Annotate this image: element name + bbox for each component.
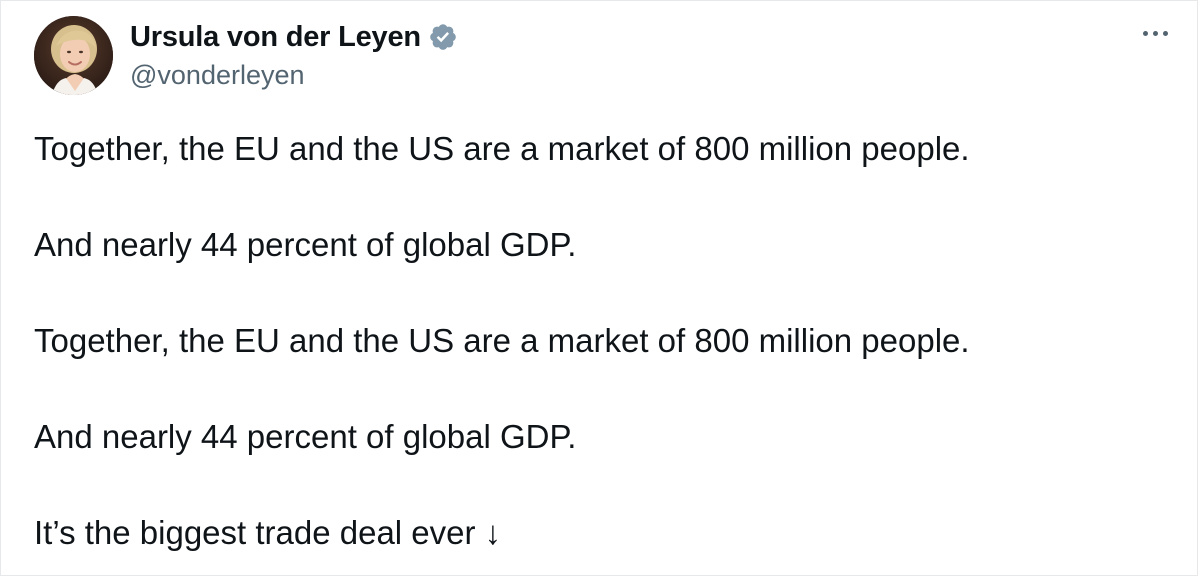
tweet-paragraph: Together, the EU and the US are a market… (34, 130, 970, 167)
tweet-paragraph: And nearly 44 percent of global GDP. (34, 418, 577, 455)
tweet-text: Together, the EU and the US are a market… (34, 125, 1154, 557)
tweet-paragraph: And nearly 44 percent of global GDP. (34, 226, 577, 263)
tweet-paragraph: It’s the biggest trade deal ever ↓ (34, 514, 502, 551)
more-dot (1162, 30, 1168, 36)
author-block: Ursula von der Leyen @vonderleyen (130, 20, 458, 91)
display-name[interactable]: Ursula von der Leyen (130, 21, 421, 54)
more-horizontal-icon[interactable] (1133, 21, 1177, 45)
more-dot (1142, 30, 1148, 36)
tweet-paragraph: Together, the EU and the US are a market… (34, 322, 970, 359)
name-row: Ursula von der Leyen (130, 20, 458, 54)
tweet-card: Ursula von der Leyen @vonderleyen Togeth… (0, 0, 1198, 576)
avatar-photo (34, 16, 113, 95)
tweet-header: Ursula von der Leyen @vonderleyen (34, 16, 1177, 96)
avatar[interactable] (34, 16, 113, 95)
handle[interactable]: @vonderleyen (130, 60, 458, 91)
verified-badge-icon[interactable] (428, 22, 458, 52)
more-dot (1152, 30, 1158, 36)
